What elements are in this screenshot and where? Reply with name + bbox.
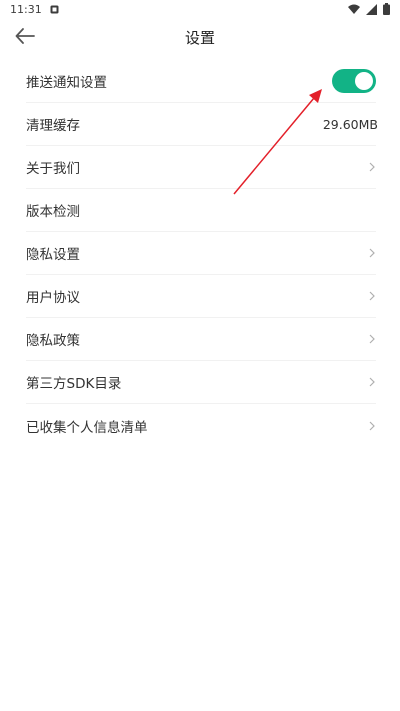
row-label: 关于我们 bbox=[26, 161, 80, 177]
status-time: 11:31 bbox=[10, 2, 42, 16]
chevron-right-icon bbox=[368, 247, 376, 259]
settings-row-about-us[interactable]: 关于我们 bbox=[26, 146, 376, 189]
row-label: 推送通知设置 bbox=[26, 75, 107, 91]
page-title: 设置 bbox=[184, 29, 215, 47]
settings-row-privacy-policy[interactable]: 隐私政策 bbox=[26, 318, 376, 361]
settings-row-version-check[interactable]: 版本检测 bbox=[26, 189, 376, 232]
toggle-knob bbox=[355, 72, 373, 90]
chevron-right-icon bbox=[368, 161, 376, 173]
chevron-right-icon bbox=[368, 290, 376, 302]
row-label: 版本检测 bbox=[26, 204, 80, 220]
chevron-right-icon bbox=[368, 376, 376, 388]
row-label: 清理缓存 bbox=[26, 118, 80, 134]
settings-row-clear-cache[interactable]: 清理缓存 29.60MB bbox=[26, 103, 378, 146]
row-label: 第三方SDK目录 bbox=[26, 376, 122, 392]
cache-size-value: 29.60MB bbox=[322, 116, 378, 132]
app-bar: 设置 bbox=[0, 18, 400, 58]
wifi-icon bbox=[348, 4, 360, 14]
push-notification-toggle[interactable] bbox=[332, 69, 376, 93]
settings-row-push-notification[interactable]: 推送通知设置 bbox=[26, 60, 376, 103]
status-bar: 11:31 bbox=[0, 0, 400, 18]
row-label: 隐私政策 bbox=[26, 333, 80, 349]
notification-icon bbox=[50, 5, 59, 14]
settings-row-personal-info-list[interactable]: 已收集个人信息清单 bbox=[26, 404, 376, 447]
signal-icon bbox=[366, 3, 377, 15]
settings-row-user-agreement[interactable]: 用户协议 bbox=[26, 275, 376, 318]
settings-row-privacy-settings[interactable]: 隐私设置 bbox=[26, 232, 376, 275]
row-label: 隐私设置 bbox=[26, 247, 80, 263]
battery-icon bbox=[383, 3, 390, 15]
chevron-right-icon bbox=[368, 420, 376, 432]
chevron-right-icon bbox=[368, 333, 376, 345]
settings-list: 推送通知设置 清理缓存 29.60MB 关于我们 版本检测 隐私设置 用户协议 … bbox=[0, 60, 400, 447]
row-label: 用户协议 bbox=[26, 290, 80, 306]
row-label: 已收集个人信息清单 bbox=[26, 419, 148, 436]
settings-row-third-party-sdk[interactable]: 第三方SDK目录 bbox=[26, 361, 376, 404]
